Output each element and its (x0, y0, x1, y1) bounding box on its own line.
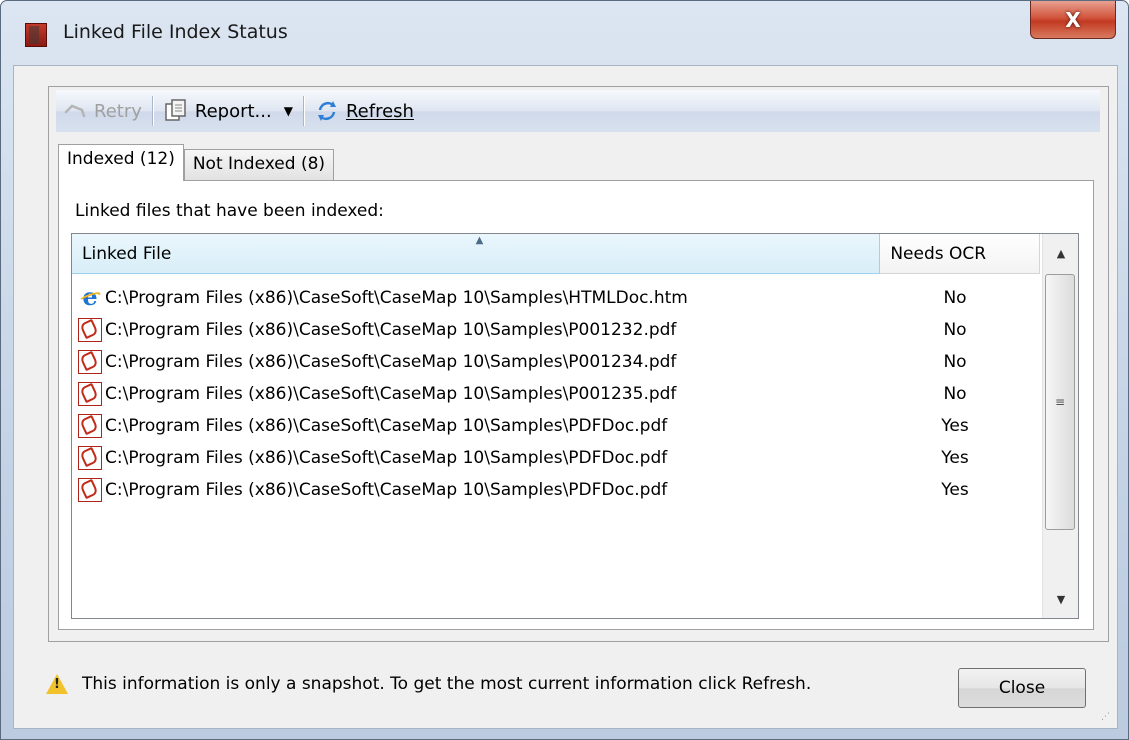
dialog-window: Linked File Index Status X Retry Report.… (0, 0, 1129, 740)
table-row[interactable]: C:\Program Files (x86)\CaseSoft\CaseMap … (72, 410, 1040, 442)
table-row[interactable]: C:\Program Files (x86)\CaseSoft\CaseMap … (72, 474, 1040, 506)
table-row[interactable]: C:\Program Files (x86)\CaseSoft\CaseMap … (72, 442, 1040, 474)
snapshot-message: This information is only a snapshot. To … (82, 674, 812, 694)
file-path: C:\Program Files (x86)\CaseSoft\CaseMap … (105, 352, 677, 372)
retry-label: Retry (94, 100, 142, 122)
resize-grip-icon[interactable]: ⋰ (1101, 712, 1113, 724)
pdf-icon (78, 350, 102, 374)
table-row[interactable]: C:\Program Files (x86)\CaseSoft\CaseMap … (72, 378, 1040, 410)
report-icon (163, 98, 189, 124)
close-icon: X (1065, 7, 1081, 32)
column-header-linked-file[interactable]: ▲ Linked File (72, 234, 881, 274)
table-row[interactable]: e C:\Program Files (x86)\CaseSoft\CaseMa… (72, 282, 1040, 314)
needs-ocr-value: Yes (941, 416, 969, 436)
pdf-icon (78, 446, 102, 470)
list-header: ▲ Linked File Needs OCR (72, 234, 1040, 274)
table-row[interactable]: C:\Program Files (x86)\CaseSoft\CaseMap … (72, 314, 1040, 346)
scrollbar-thumb[interactable]: ≡ (1045, 274, 1075, 530)
vertical-scrollbar[interactable]: ▲ ≡ ▼ (1042, 234, 1078, 618)
app-icon (25, 23, 47, 47)
retry-button[interactable]: Retry (56, 93, 148, 129)
column-header-label: Needs OCR (890, 243, 987, 264)
retry-icon (62, 98, 88, 124)
refresh-label: Refresh (345, 100, 414, 122)
file-path: C:\Program Files (x86)\CaseSoft\CaseMap … (105, 384, 677, 404)
close-window-button[interactable]: X (1030, 1, 1116, 39)
ie-html-icon: e (78, 285, 102, 310)
scroll-down-icon[interactable]: ▼ (1045, 584, 1077, 614)
toolbar-separator (302, 96, 304, 126)
toolbar: Retry Report... ▼ Refresh (56, 90, 1100, 132)
sort-ascending-icon: ▲ (475, 235, 484, 246)
file-path: C:\Program Files (x86)\CaseSoft\CaseMap … (105, 416, 668, 436)
pdf-icon (78, 478, 102, 502)
refresh-button[interactable]: Refresh (308, 93, 420, 129)
needs-ocr-value: No (943, 352, 967, 372)
needs-ocr-value: No (943, 288, 967, 308)
needs-ocr-value: Yes (941, 448, 969, 468)
pdf-icon (78, 318, 102, 342)
report-button[interactable]: Report... ▼ (157, 93, 299, 129)
tab-not-indexed[interactable]: Not Indexed (8) (183, 149, 335, 180)
file-path: C:\Program Files (x86)\CaseSoft\CaseMap … (105, 480, 668, 500)
needs-ocr-value: Yes (941, 480, 969, 500)
file-path: C:\Program Files (x86)\CaseSoft\CaseMap … (105, 448, 668, 468)
report-label: Report... (194, 100, 272, 122)
column-header-needs-ocr[interactable]: Needs OCR (880, 234, 1040, 274)
file-path: C:\Program Files (x86)\CaseSoft\CaseMap … (105, 288, 688, 308)
column-header-label: Linked File (82, 243, 172, 264)
indexed-files-label: Linked files that have been indexed: (75, 201, 384, 221)
toolbar-separator (151, 96, 153, 126)
window-title: Linked File Index Status (63, 21, 288, 43)
title-bar[interactable]: Linked File Index Status X (1, 1, 1128, 65)
needs-ocr-value: No (943, 320, 967, 340)
tab-panel-indexed: Linked files that have been indexed: ▲ L… (58, 180, 1094, 630)
needs-ocr-value: No (943, 384, 967, 404)
table-row[interactable]: C:\Program Files (x86)\CaseSoft\CaseMap … (72, 346, 1040, 378)
list-rows: e C:\Program Files (x86)\CaseSoft\CaseMa… (72, 282, 1040, 506)
pdf-icon (78, 382, 102, 406)
file-path: C:\Program Files (x86)\CaseSoft\CaseMap … (105, 320, 677, 340)
dialog-client-area: Retry Report... ▼ Refresh Indexed (12) N… (13, 65, 1118, 729)
pdf-icon (78, 414, 102, 438)
tab-strip: Indexed (12) Not Indexed (8) (58, 144, 335, 181)
close-button[interactable]: Close (958, 668, 1086, 708)
warning-icon (46, 674, 68, 694)
refresh-icon (314, 98, 340, 124)
snapshot-notice: This information is only a snapshot. To … (46, 674, 811, 694)
chevron-down-icon[interactable]: ▼ (284, 104, 293, 118)
linked-files-list[interactable]: ▲ Linked File Needs OCR e C:\Program Fil… (71, 233, 1079, 619)
tab-indexed[interactable]: Indexed (12) (58, 144, 184, 181)
scroll-up-icon[interactable]: ▲ (1045, 238, 1077, 268)
